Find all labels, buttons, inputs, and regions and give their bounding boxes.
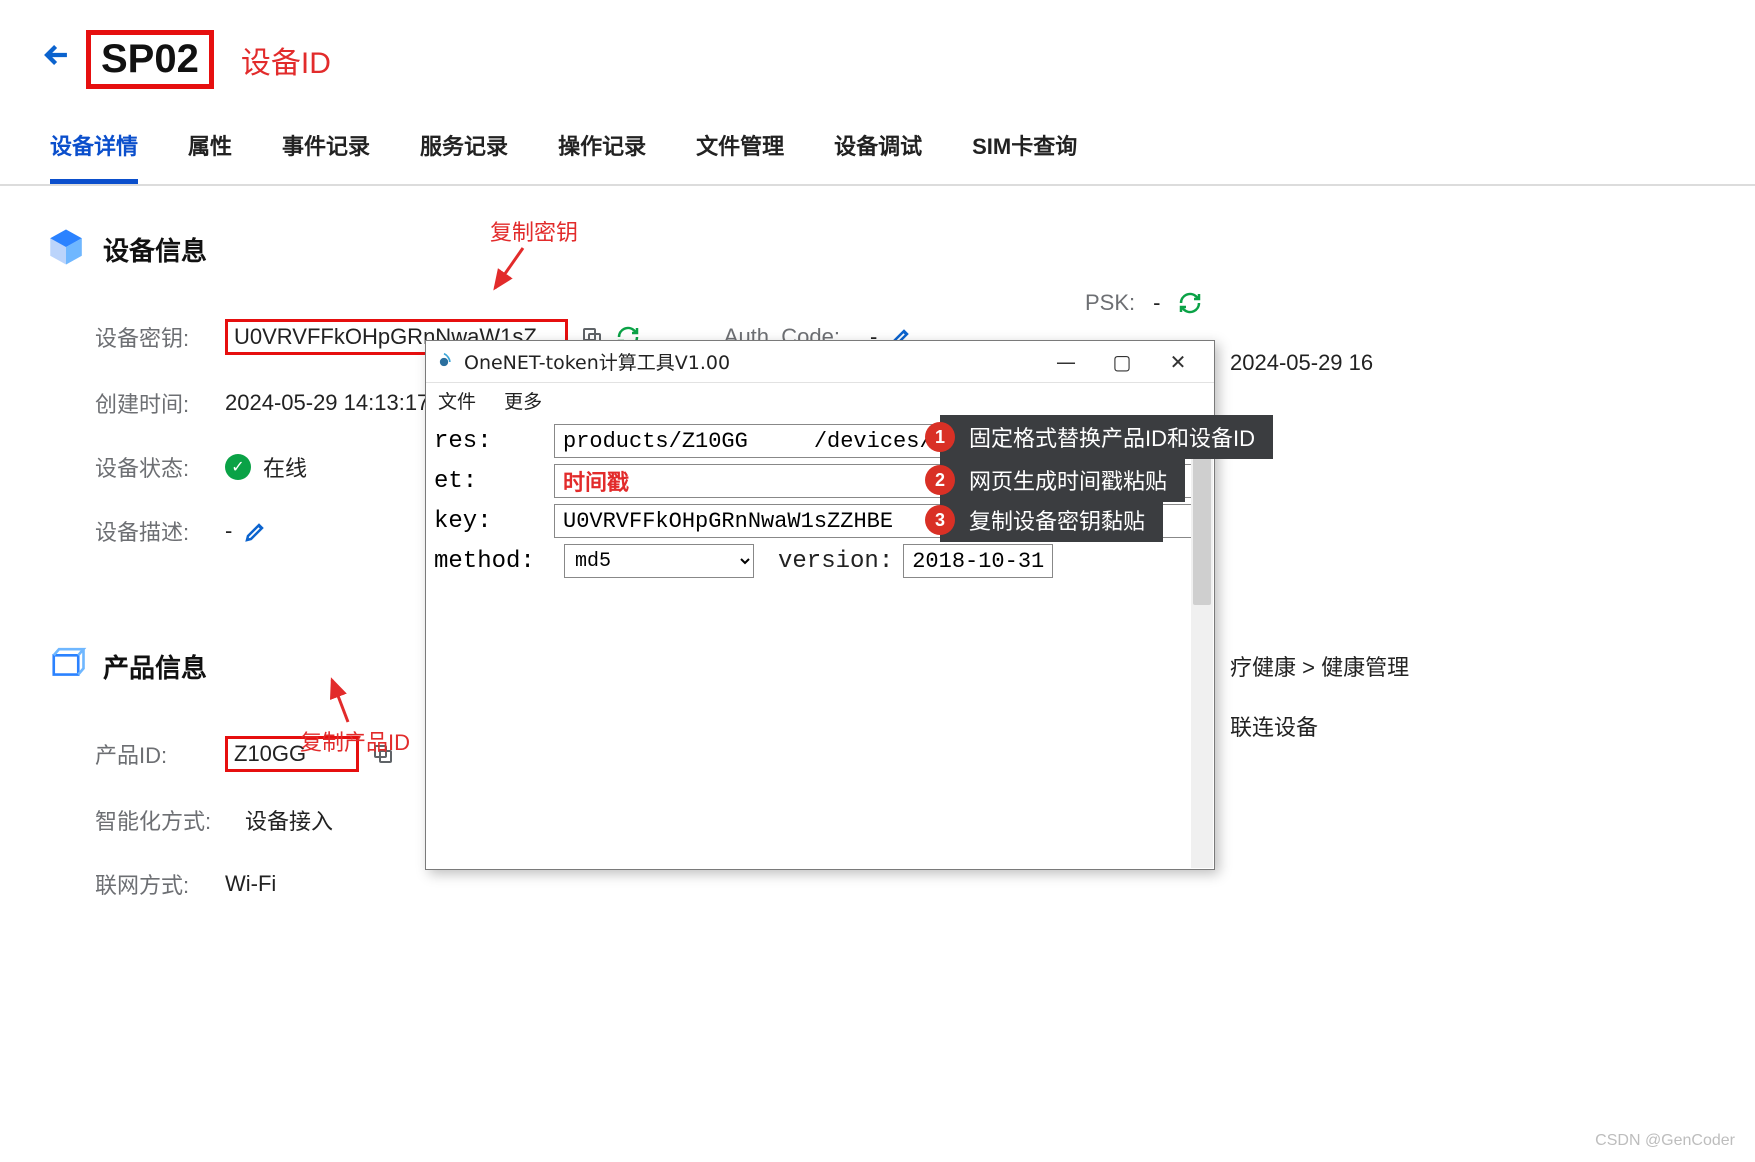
copy-product-id-icon[interactable] [371,742,395,766]
product-id-value: Z10GG [225,736,359,772]
tab-device-details[interactable]: 设备详情 [50,129,138,184]
psk-value: - [1153,290,1160,316]
tab-event-log[interactable]: 事件记录 [282,129,370,184]
close-button[interactable]: ✕ [1150,350,1206,374]
psk-label: PSK: [1085,290,1135,316]
callout-2: 2 网页生成时间戳粘贴 [940,458,1185,502]
version-input[interactable] [903,544,1053,578]
right-timestamp: 2024-05-29 16 [1230,350,1373,376]
create-time-label: 创建时间: [95,387,225,419]
tab-attributes[interactable]: 属性 [188,129,232,184]
device-status-label: 设备状态: [95,451,225,483]
smart-mode-value: 设备接入 [245,804,333,836]
version-label: version: [778,548,893,575]
et-label: et: [434,468,554,495]
tool-menu-bar: 文件 更多 [426,383,1214,418]
breadcrumb-right: 疗健康 > 健康管理 [1230,650,1409,682]
tab-sim-query[interactable]: SIM卡查询 [972,129,1077,184]
res-label: res: [434,428,554,455]
back-arrow-icon[interactable] [40,38,74,81]
refresh-psk-icon[interactable] [1178,291,1202,315]
callout-1: 1 固定格式替换产品ID和设备ID [940,415,1273,459]
device-info-title: 设备信息 [103,231,207,268]
callout-text-1: 固定格式替换产品ID和设备ID [969,421,1255,453]
smart-mode-label: 智能化方式: [95,804,245,836]
cube-outline-icon [45,643,87,690]
product-id-label: 产品ID: [95,738,225,770]
device-key-label: 设备密钥: [95,321,225,353]
product-info-title: 产品信息 [103,648,207,685]
page-title-device-id: SP02 [86,30,214,89]
callout-number-2: 2 [925,465,955,495]
callout-number-3: 3 [925,505,955,535]
method-label: method: [434,548,554,575]
maximize-button[interactable]: ▢ [1094,350,1150,374]
tab-operation-log[interactable]: 操作记录 [558,129,646,184]
minimize-button[interactable]: — [1038,350,1094,374]
method-select[interactable]: md5 [564,544,754,578]
callout-number-1: 1 [925,422,955,452]
tabs: 设备详情 属性 事件记录 服务记录 操作记录 文件管理 设备调试 SIM卡查询 [0,99,1755,186]
device-desc-value: - [225,518,232,544]
status-online-icon: ✓ [225,454,251,480]
network-mode-label: 联网方式: [95,868,225,900]
edit-desc-icon[interactable] [244,519,268,543]
device-id-label: 设备ID [241,38,331,82]
callout-text-3: 复制设备密钥黏贴 [969,504,1145,536]
app-icon [434,352,454,372]
create-time-value: 2024-05-29 14:13:17 [225,390,429,416]
callout-text-2: 网页生成时间戳粘贴 [969,464,1167,496]
tool-window-title: OneNET-token计算工具V1.00 [464,348,1038,375]
menu-file[interactable]: 文件 [438,391,476,413]
callout-3: 3 复制设备密钥黏贴 [940,498,1163,542]
tab-service-log[interactable]: 服务记录 [420,129,508,184]
watermark: CSDN @GenCoder [1595,1132,1735,1150]
tab-device-debug[interactable]: 设备调试 [834,129,922,184]
tab-file-manager[interactable]: 文件管理 [696,129,784,184]
cube-icon [45,226,87,273]
tool-scrollbar[interactable] [1191,425,1213,868]
menu-more[interactable]: 更多 [504,391,542,413]
device-desc-label: 设备描述: [95,515,225,547]
device-type-right: 联连设备 [1230,710,1318,742]
key-label: key: [434,508,554,535]
network-mode-value: Wi-Fi [225,871,276,897]
device-status-value: 在线 [263,451,307,483]
